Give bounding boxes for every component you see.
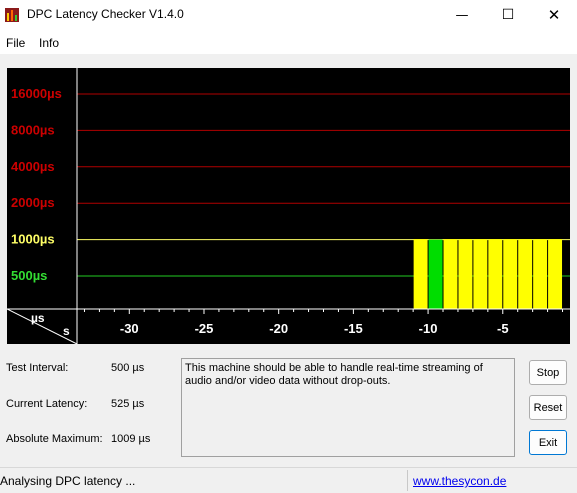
latency-bar <box>443 239 458 309</box>
y-tick-label: 8000µs <box>11 122 55 137</box>
latency-bar <box>503 239 518 309</box>
menu-file[interactable]: File <box>6 36 25 50</box>
window-title: DPC Latency Checker V1.4.0 <box>27 7 184 21</box>
close-icon: ✕ <box>547 6 561 24</box>
x-tick-label: -20 <box>269 321 288 336</box>
test-interval-label: Test Interval: <box>6 362 69 374</box>
test-interval-value: 500 µs <box>111 362 145 374</box>
x-tick-label: -5 <box>497 321 509 336</box>
corner-unit-x: s <box>63 324 70 338</box>
latency-bar <box>473 239 488 309</box>
maximize-icon: ☐ <box>501 7 515 23</box>
x-tick-label: -30 <box>120 321 139 336</box>
y-tick-label: 2000µs <box>11 195 55 210</box>
close-button[interactable]: ✕ <box>531 0 577 30</box>
exit-button[interactable]: Exit <box>529 430 567 455</box>
website-link[interactable]: www.thesycon.de <box>413 474 506 488</box>
latency-bar <box>428 239 443 309</box>
menu-info[interactable]: Info <box>39 36 59 50</box>
x-tick-label: -15 <box>344 321 363 336</box>
latency-bar <box>533 239 548 309</box>
status-bar: Analysing DPC latency ... www.thesycon.d… <box>0 467 577 493</box>
stop-button[interactable]: Stop <box>529 360 567 385</box>
minimize-button[interactable]: — <box>439 0 485 30</box>
y-tick-label: 500µs <box>11 268 47 283</box>
y-tick-label: 1000µs <box>11 232 55 247</box>
current-latency-label: Current Latency: <box>6 398 88 410</box>
minimize-icon: — <box>455 7 469 23</box>
latency-bar <box>488 239 503 309</box>
status-separator <box>407 470 408 491</box>
current-latency-value: 525 µs <box>111 398 145 410</box>
latency-bar <box>548 239 563 309</box>
corner-unit-y: µs <box>31 311 45 325</box>
message-text: This machine should be able to handle re… <box>185 362 486 387</box>
x-tick-label: -25 <box>195 321 214 336</box>
y-tick-label: 16000µs <box>11 86 62 101</box>
y-tick-label: 4000µs <box>11 159 55 174</box>
status-text: Analysing DPC latency ... <box>0 474 136 488</box>
x-tick-label: -10 <box>419 321 438 336</box>
latency-bar <box>458 239 473 309</box>
reset-button[interactable]: Reset <box>529 395 567 420</box>
app-icon <box>5 8 19 22</box>
latency-chart: 16000µs 8000µs 4000µs 2000µs 1000µs 500µs µs s -… <box>7 68 570 344</box>
title-bar: DPC Latency Checker V1.4.0 — ☐ ✕ <box>0 0 577 30</box>
message-box: This machine should be able to handle re… <box>181 358 515 457</box>
absolute-max-label: Absolute Maximum: <box>6 433 103 445</box>
latency-bar <box>413 239 428 309</box>
menu-bar: File Info <box>0 32 577 55</box>
maximize-button[interactable]: ☐ <box>485 0 531 30</box>
absolute-max-value: 1009 µs <box>111 433 151 445</box>
latency-bar <box>518 239 533 309</box>
